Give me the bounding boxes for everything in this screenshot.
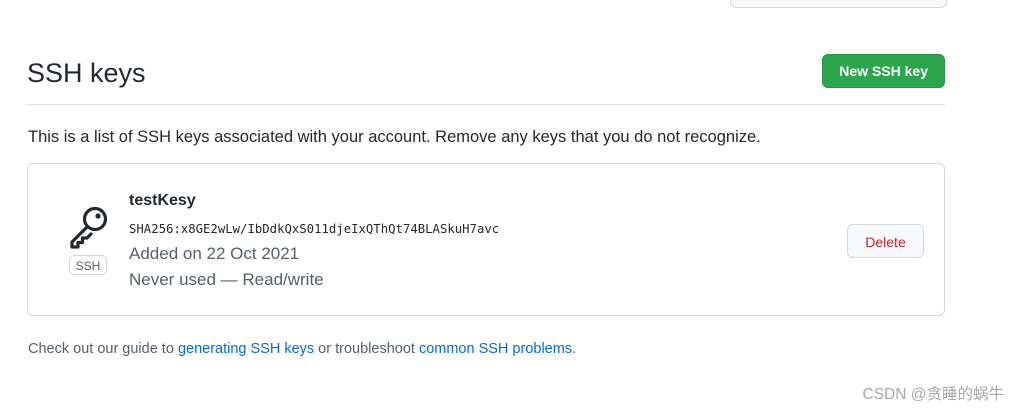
- ssh-key-item: SSH testKesy SHA256:x8GE2wLw/IbDdkQxS011…: [27, 163, 945, 316]
- section-header: SSH keys New SSH key: [27, 40, 945, 105]
- key-usage-status: Never used — Read/write: [129, 270, 324, 289]
- previous-section-control[interactable]: [730, 0, 947, 8]
- intro-text: This is a list of SSH keys associated wi…: [28, 128, 761, 146]
- footer-middle: or troubleshoot: [314, 341, 419, 357]
- ssh-keys-page: SSH keys New SSH key This is a list of S…: [0, 0, 1018, 411]
- key-added-date: Added on 22 Oct 2021: [129, 244, 300, 263]
- generating-ssh-keys-link[interactable]: generating SSH keys: [178, 341, 314, 357]
- footer-help-text: Check out our guide to generating SSH ke…: [28, 341, 576, 357]
- new-ssh-key-button[interactable]: New SSH key: [822, 54, 945, 88]
- key-title: testKesy: [129, 192, 196, 209]
- footer-prefix: Check out our guide to: [28, 341, 178, 357]
- key-icon: [70, 206, 108, 249]
- page-title: SSH keys: [27, 58, 146, 88]
- common-ssh-problems-link[interactable]: common SSH problems: [419, 341, 572, 357]
- footer-suffix: .: [572, 341, 577, 357]
- key-fingerprint: SHA256:x8GE2wLw/IbDdkQxS011djeIxQThQt74B…: [129, 222, 500, 236]
- key-type-badge: SSH: [69, 255, 107, 275]
- watermark: CSDN @贪睡的蜗牛: [862, 386, 1004, 403]
- delete-key-button[interactable]: Delete: [847, 224, 924, 258]
